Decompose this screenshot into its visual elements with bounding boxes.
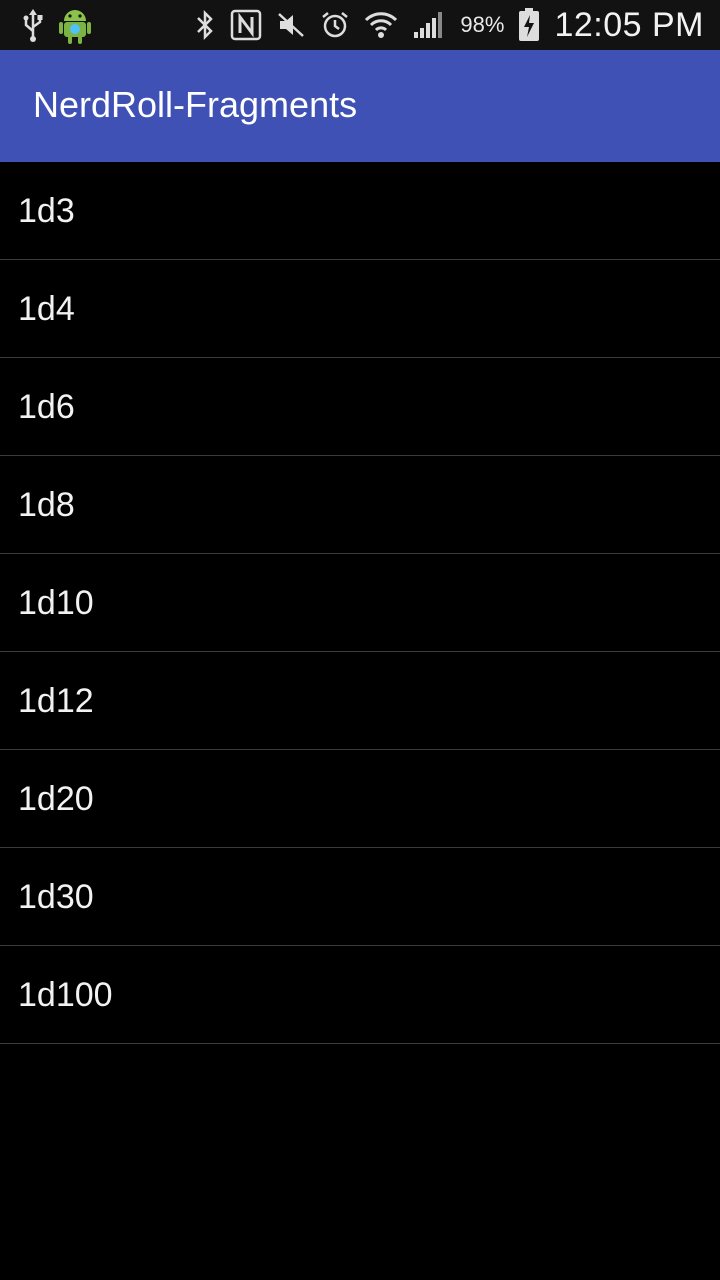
list-item-label: 1d4	[18, 290, 75, 328]
list-item-label: 1d10	[18, 584, 94, 622]
android-icon	[58, 7, 92, 45]
signal-icon	[412, 10, 446, 40]
list-item-label: 1d12	[18, 682, 94, 720]
list-item-label: 1d30	[18, 878, 94, 916]
wifi-icon	[364, 8, 398, 42]
list-item-1d30[interactable]: 1d30	[0, 848, 720, 946]
list-item-1d8[interactable]: 1d8	[0, 456, 720, 554]
battery-percent: 98%	[460, 12, 505, 37]
usb-icon	[22, 9, 44, 43]
list-item-1d10[interactable]: 1d10	[0, 554, 720, 652]
status-bar: 98% 12:05 PM	[0, 0, 720, 50]
nfc-icon	[230, 9, 262, 41]
app-bar: NerdRoll-Fragments	[0, 50, 720, 162]
list-item-label: 1d3	[18, 192, 75, 230]
list-item-1d12[interactable]: 1d12	[0, 652, 720, 750]
list-item-label: 1d100	[18, 976, 113, 1014]
battery-icon	[518, 8, 540, 42]
clock: 12:05 PM	[554, 5, 704, 44]
mute-icon	[276, 10, 306, 40]
list-item-1d6[interactable]: 1d6	[0, 358, 720, 456]
list-item-label: 1d8	[18, 486, 75, 524]
list-item-label: 1d20	[18, 780, 94, 818]
list-item-1d4[interactable]: 1d4	[0, 260, 720, 358]
list-item-1d100[interactable]: 1d100	[0, 946, 720, 1044]
alarm-icon	[320, 10, 350, 40]
status-bar-left	[22, 6, 92, 46]
dice-list: 1d3 1d4 1d6 1d8 1d10 1d12 1d20 1d30 1d10…	[0, 162, 720, 1044]
list-item-label: 1d6	[18, 388, 75, 426]
status-bar-right: 98% 12:05 PM	[194, 4, 704, 46]
list-item-1d3[interactable]: 1d3	[0, 162, 720, 260]
app-title: NerdRoll-Fragments	[33, 84, 358, 125]
bluetooth-icon	[194, 9, 216, 41]
list-item-1d20[interactable]: 1d20	[0, 750, 720, 848]
